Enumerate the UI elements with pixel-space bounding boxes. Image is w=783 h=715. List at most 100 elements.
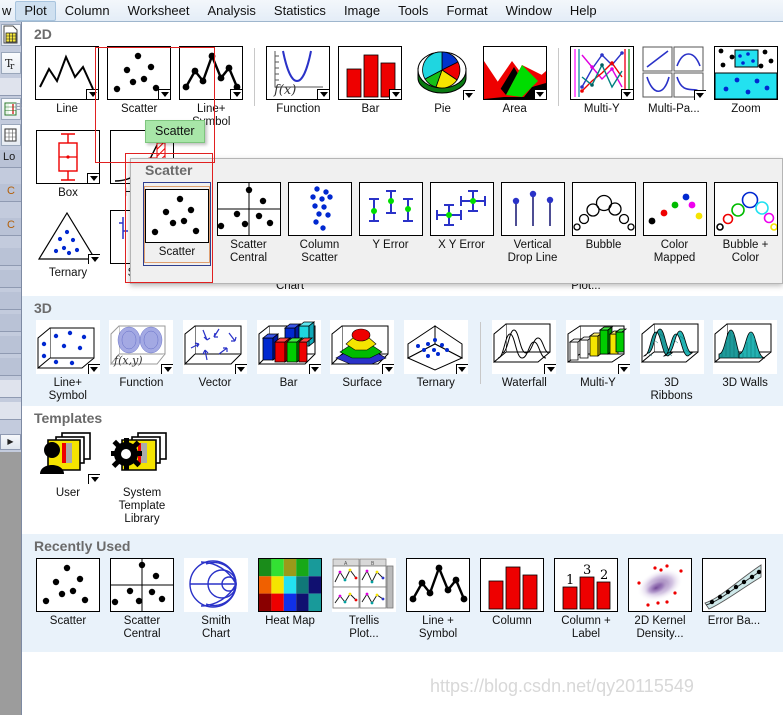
menu-item-analysis[interactable]: Analysis — [199, 1, 265, 21]
chevron-down-icon[interactable] — [455, 364, 468, 374]
line-symbol-icon — [406, 558, 470, 612]
recent-item-smith-chart[interactable]: Smith Chart — [180, 556, 252, 643]
chevron-down-icon[interactable] — [88, 474, 100, 484]
rail-row[interactable] — [0, 380, 21, 398]
plot-item-function[interactable]: f(x) Function — [263, 44, 333, 118]
recent-item-kernel-density[interactable]: 2D Kernel Density... — [624, 556, 696, 643]
chevron-down-icon[interactable] — [617, 364, 630, 374]
chevron-down-icon[interactable] — [462, 90, 475, 100]
rail-row[interactable] — [0, 292, 21, 310]
chevron-down-icon[interactable] — [87, 364, 100, 374]
chevron-down-icon[interactable] — [308, 364, 321, 374]
chevron-down-icon[interactable] — [158, 89, 171, 99]
section-recently-used-row-1: Scatter Scatter Central Smith Chart Heat… — [22, 556, 783, 648]
menu-item-statistics[interactable]: Statistics — [265, 1, 335, 21]
rail-row[interactable] — [0, 336, 21, 354]
menu-item-column[interactable]: Column — [56, 1, 119, 21]
plot-item-3d-vector[interactable]: Vector — [179, 318, 251, 392]
plot-item-3d-walls[interactable]: 3D Walls — [709, 318, 781, 392]
menu-item-image[interactable]: Image — [335, 1, 389, 21]
matrix-icon[interactable] — [1, 124, 21, 146]
menu-item-tools[interactable]: Tools — [389, 1, 437, 21]
chevron-down-icon[interactable] — [620, 89, 633, 99]
rail-cell[interactable] — [0, 78, 21, 96]
plot-item-box[interactable]: Box — [32, 128, 104, 202]
plot-item-user-template[interactable]: User — [32, 428, 104, 502]
recent-item-column[interactable]: Column — [476, 556, 548, 630]
recent-item-column-label[interactable]: 1 3 2 Column + Label — [550, 556, 622, 643]
plot-item-multi-panel[interactable]: Multi-Pa... — [639, 44, 709, 118]
recent-item-trellis[interactable]: A B Trellis Plot... — [328, 556, 400, 643]
chevron-down-icon[interactable] — [234, 364, 247, 374]
section-2d-row-1: Line Scatter Line+ Symbol f(x) Function … — [22, 44, 783, 128]
rail-row[interactable] — [0, 402, 21, 420]
rail-row[interactable] — [0, 358, 21, 376]
rail-row[interactable] — [0, 314, 21, 332]
recent-item-label: Error Ba... — [707, 615, 761, 627]
plot-item-3d-surface[interactable]: Surface — [326, 318, 398, 392]
flyout-item-bubble[interactable]: Bubble — [569, 180, 638, 268]
flyout-item-y-error[interactable]: Y Error — [356, 180, 425, 268]
menu-item-worksheet[interactable]: Worksheet — [119, 1, 199, 21]
svg-text:f(x): f(x) — [273, 83, 296, 98]
flyout-item-vertical-drop-line[interactable]: Vertical Drop Line — [498, 180, 567, 268]
chevron-down-icon[interactable] — [382, 364, 395, 374]
rail-row[interactable] — [0, 270, 21, 288]
rail-row[interactable] — [0, 248, 21, 266]
recent-item-heat-map[interactable]: Heat Map — [254, 556, 326, 630]
chevron-down-icon[interactable] — [693, 90, 706, 100]
plot-item-scatter[interactable]: Scatter — [104, 44, 174, 118]
chevron-down-icon[interactable] — [230, 89, 243, 99]
plot-item-label: Vector — [198, 377, 232, 389]
plot-item-3d-ternary[interactable]: Ternary — [400, 318, 472, 392]
recent-item-scatter[interactable]: Scatter — [32, 556, 104, 630]
chevron-down-icon[interactable] — [88, 254, 100, 264]
chevron-down-icon[interactable] — [544, 364, 557, 374]
recent-item-line-symbol[interactable]: Line + Symbol — [402, 556, 474, 643]
plot-item-3d-multi-y[interactable]: Multi-Y — [562, 318, 634, 392]
recent-item-scatter-central[interactable]: Scatter Central — [106, 556, 178, 643]
flyout-selection-inner: Scatter — [144, 186, 210, 263]
plot-item-3d-line-symbol[interactable]: Line+ Symbol — [32, 318, 104, 405]
flyout-item-xy-error[interactable]: X Y Error — [427, 180, 496, 268]
chevron-down-icon[interactable] — [533, 89, 546, 99]
flyout-item-scatter[interactable]: Scatter — [143, 180, 212, 268]
waterfall-icon — [492, 320, 557, 374]
plot-item-3d-bar[interactable]: Bar — [253, 318, 325, 392]
menu-item-window-clipped[interactable]: w — [0, 1, 15, 21]
rail-row-c2[interactable]: C — [0, 218, 21, 236]
plot-item-system-template-library[interactable]: System Template Library — [106, 428, 178, 528]
menu-item-format[interactable]: Format — [437, 1, 496, 21]
rail-row-c1[interactable]: C — [0, 184, 21, 202]
chevron-down-icon[interactable] — [389, 89, 402, 99]
flyout-item-scatter-central[interactable]: Scatter Central — [214, 180, 283, 268]
menu-item-help[interactable]: Help — [561, 1, 606, 21]
multi-y-3d-icon — [565, 320, 630, 374]
flyout-item-column-scatter[interactable]: Column Scatter — [285, 180, 354, 268]
flyout-item-bubble-color[interactable]: Bubble + Color — [711, 180, 780, 268]
plot-item-ternary-2d[interactable]: Ternary — [32, 208, 104, 282]
chevron-down-icon[interactable] — [317, 89, 330, 99]
plot-item-bar[interactable]: Bar — [335, 44, 405, 118]
rail-empty-area — [0, 452, 21, 715]
plot-item-pie[interactable]: Pie — [408, 44, 478, 118]
plot-item-waterfall[interactable]: Waterfall — [489, 318, 561, 392]
menu-item-plot[interactable]: Plot — [15, 0, 56, 21]
plot-item-zoom[interactable]: Zoom — [711, 44, 781, 118]
chevron-down-icon[interactable] — [87, 173, 99, 183]
chevron-down-icon[interactable] — [161, 364, 174, 374]
plot-item-line-symbol[interactable]: Line+ Symbol — [176, 44, 246, 131]
menu-item-window[interactable]: Window — [497, 1, 561, 21]
plot-item-area[interactable]: Area — [480, 44, 550, 118]
plot-item-3d-function[interactable]: f(x,y) Function — [106, 318, 178, 392]
plot-item-3d-ribbons[interactable]: 3D Ribbons — [636, 318, 708, 405]
rail-scroll-right-button[interactable]: ▶ — [0, 434, 21, 450]
new-worksheet-icon[interactable] — [1, 24, 21, 46]
chevron-down-icon[interactable] — [86, 89, 99, 99]
text-tool-icon[interactable]: T r — [1, 52, 21, 74]
plot-item-line[interactable]: Line — [32, 44, 102, 118]
flyout-item-color-mapped[interactable]: Color Mapped — [640, 180, 709, 268]
rail-row-lo[interactable]: Lo — [0, 150, 21, 168]
recent-item-error-band[interactable]: Error Ba... — [698, 556, 770, 630]
plot-item-multi-y[interactable]: Multi-Y — [567, 44, 637, 118]
